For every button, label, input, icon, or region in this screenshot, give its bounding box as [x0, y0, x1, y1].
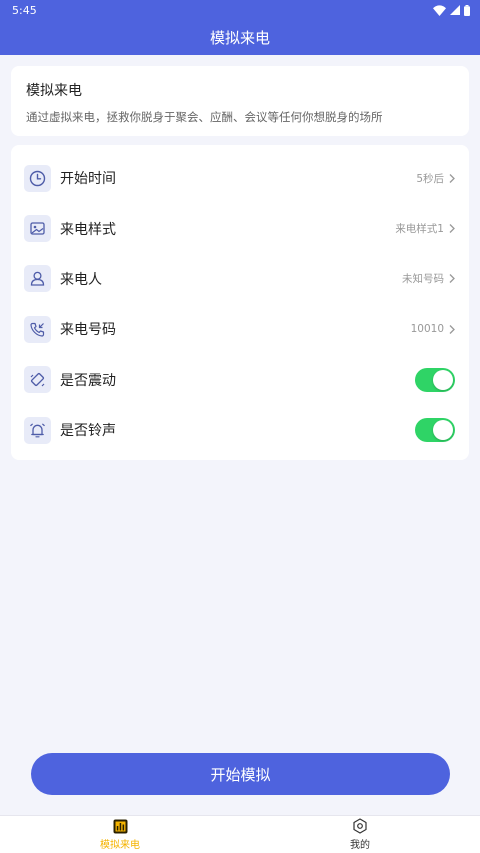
- setting-value: 10010: [410, 323, 444, 336]
- intro-description: 通过虚拟来电，拯救你脱身于聚会、应酬、会议等任何你想脱身的场所: [26, 110, 383, 124]
- battery-icon: [464, 4, 470, 16]
- hex-gear-icon: [353, 818, 367, 834]
- setting-label: 是否震动: [60, 372, 116, 389]
- setting-value: 5秒后: [416, 172, 444, 185]
- clock-icon: [24, 164, 51, 192]
- chevron-right-icon: [448, 223, 456, 234]
- nav-item-simulate-call[interactable]: 模拟来电: [0, 816, 240, 853]
- setting-value: 来电样式1: [395, 223, 444, 236]
- setting-row-vibrate: 是否震动: [11, 355, 469, 405]
- toggle-knob: [433, 369, 453, 390]
- nav-label: 模拟来电: [100, 839, 140, 851]
- nav-item-mine[interactable]: 我的: [240, 816, 480, 853]
- image-icon: [24, 215, 51, 243]
- setting-value: 未知号码: [402, 273, 444, 286]
- setting-label: 是否铃声: [60, 423, 116, 440]
- intro-card: 模拟来电 通过虚拟来电，拯救你脱身于聚会、应酬、会议等任何你想脱身的场所: [11, 66, 469, 136]
- vibrate-icon: [24, 366, 51, 394]
- vibrate-toggle[interactable]: [415, 367, 455, 392]
- settings-card: 开始时间 5秒后 来电样式 来电样式1 来电人 未知号码 来电号码 10010 …: [11, 145, 469, 460]
- toggle-knob: [433, 420, 453, 441]
- setting-label: 开始时间: [60, 171, 116, 188]
- chevron-right-icon: [448, 173, 456, 184]
- person-icon: [24, 265, 51, 293]
- status-icons: [433, 4, 470, 16]
- page-title: 模拟来电: [209, 29, 270, 47]
- status-time: 5:45: [12, 3, 37, 17]
- start-simulation-button[interactable]: 开始模拟: [31, 753, 450, 795]
- app-bar: 模拟来电: [0, 20, 480, 55]
- chevron-right-icon: [448, 324, 456, 335]
- ringtone-toggle[interactable]: [415, 418, 455, 443]
- setting-row-start-time[interactable]: 开始时间 5秒后: [11, 153, 469, 203]
- intro-title: 模拟来电: [26, 83, 82, 99]
- chevron-right-icon: [448, 273, 456, 284]
- setting-row-ringtone: 是否铃声: [11, 405, 469, 455]
- setting-row-caller[interactable]: 来电人 未知号码: [11, 254, 469, 304]
- phone-incoming-icon: [24, 315, 51, 343]
- status-bar: 5:45: [0, 0, 480, 20]
- signal-icon: [450, 5, 460, 15]
- setting-label: 来电号码: [60, 322, 116, 339]
- wifi-icon: [433, 4, 446, 16]
- bottom-nav: 模拟来电 我的: [0, 815, 480, 853]
- setting-row-phone-number[interactable]: 来电号码 10010: [11, 304, 469, 354]
- setting-label: 来电样式: [60, 221, 116, 238]
- bell-icon: [24, 416, 51, 444]
- setting-label: 来电人: [60, 271, 102, 288]
- setting-row-call-style[interactable]: 来电样式 来电样式1: [11, 203, 469, 253]
- bar-chart-icon: [113, 819, 127, 833]
- nav-label: 我的: [350, 840, 370, 851]
